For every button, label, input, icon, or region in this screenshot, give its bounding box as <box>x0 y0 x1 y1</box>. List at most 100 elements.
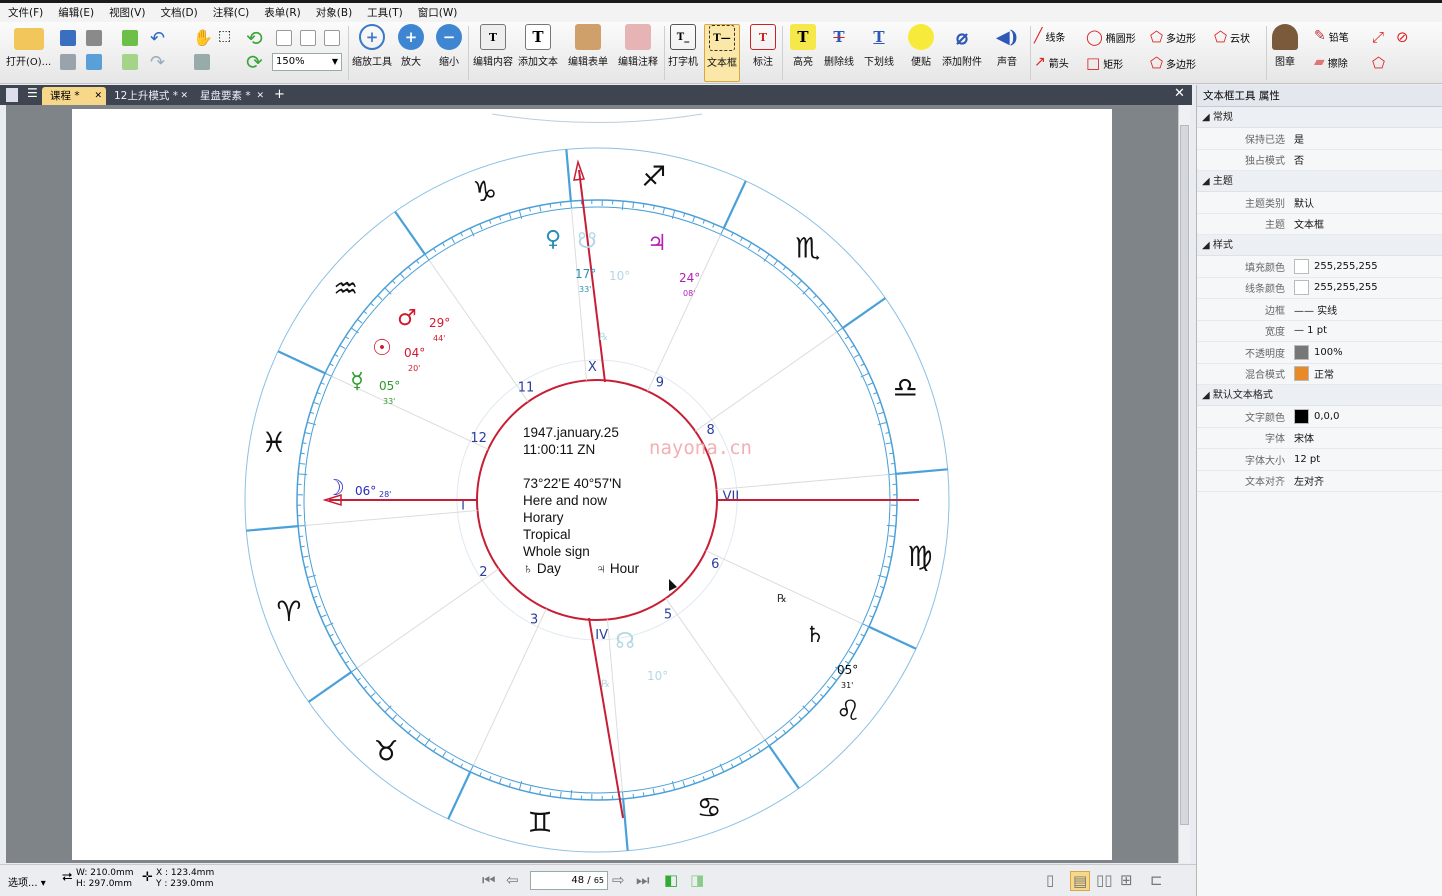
note-button[interactable]: 便贴 <box>908 24 934 68</box>
fit-window-icon[interactable]: ⊏ <box>1150 871 1163 889</box>
section-header[interactable]: ◢ 主题 <box>1197 171 1442 192</box>
save-icon[interactable] <box>60 30 76 46</box>
select-tool-icon[interactable]: ⬚ <box>218 28 231 44</box>
scan-icon[interactable] <box>86 30 102 46</box>
scrollbar-thumb[interactable] <box>1180 125 1189 825</box>
menu-item[interactable]: 文档(D) <box>160 5 197 20</box>
close-document-icon[interactable]: ✕ <box>1174 86 1185 101</box>
next-page-icon[interactable]: ⇨ <box>612 871 625 889</box>
measure-icon[interactable]: ⤢ <box>1372 28 1384 46</box>
email-icon[interactable] <box>86 54 102 70</box>
rect-tool[interactable]: □ 矩形 <box>1086 54 1123 72</box>
list-icon[interactable]: ☰ <box>27 86 38 100</box>
export-icon[interactable] <box>122 54 138 70</box>
fit-width-icon[interactable] <box>324 30 340 46</box>
pencil-tool[interactable]: ✎ 铅笔 <box>1314 28 1349 44</box>
cloud-tool[interactable]: ⬠ 云状 <box>1214 28 1250 46</box>
actual-size-icon[interactable] <box>276 30 292 46</box>
property-row[interactable]: 字体 宋体 <box>1197 428 1442 449</box>
menu-item[interactable]: 文件(F) <box>8 5 43 20</box>
section-header[interactable]: ◢ 常规 <box>1197 107 1442 128</box>
property-row[interactable]: 不透明度 100% <box>1197 342 1442 364</box>
attach-button[interactable]: ⌀ 添加附件 <box>942 24 982 68</box>
textbox-button[interactable]: T— 文本框 <box>704 24 740 82</box>
close-icon[interactable]: ✕ <box>94 87 102 105</box>
continuous-facing-icon[interactable]: ⊞ <box>1120 871 1133 889</box>
area-icon[interactable]: ⬠ <box>1372 54 1385 72</box>
section-header[interactable]: ◢ 默认文本格式 <box>1197 385 1442 406</box>
edit-annotation-button[interactable]: 编辑注释 <box>618 24 658 68</box>
menu-item[interactable]: 视图(V) <box>109 5 145 20</box>
import-icon[interactable] <box>122 30 138 46</box>
menu-item[interactable]: 表单(R) <box>264 5 301 20</box>
prev-page-icon[interactable]: ⇦ <box>506 871 519 889</box>
polygon-tool[interactable]: ⬠ 多边形 <box>1150 28 1196 46</box>
continuous-page-icon[interactable]: ▤ <box>1070 871 1091 891</box>
open-button[interactable]: 打开(O)... <box>6 24 51 68</box>
sound-button[interactable]: ◀) 声音 <box>994 24 1020 69</box>
zoom-out-button[interactable]: − 缩小 <box>436 24 462 68</box>
property-row[interactable]: 填充颜色 255,255,255 <box>1197 256 1442 278</box>
underline-button[interactable]: T 下划线 <box>864 24 894 68</box>
color-swatch[interactable] <box>1294 408 1309 424</box>
tab-ascendant-modes[interactable]: 12上升模式 * ✕ <box>106 87 192 105</box>
menu-item[interactable]: 工具(T) <box>367 5 403 20</box>
zoom-in-button[interactable]: + 放大 <box>398 24 424 68</box>
add-text-button[interactable]: T 添加文本 <box>518 24 558 68</box>
page-icon[interactable] <box>6 88 18 102</box>
vertical-scrollbar[interactable] <box>1178 105 1190 863</box>
first-page-icon[interactable]: ⏮ <box>482 871 496 889</box>
callout-button[interactable]: T 标注 <box>750 24 776 68</box>
typewriter-button[interactable]: T_ 打字机 <box>668 24 698 68</box>
polyline-tool[interactable]: ⬠ 多边形 <box>1150 54 1196 72</box>
zoom-tool-button[interactable]: + 缩放工具 <box>352 24 392 68</box>
property-row[interactable]: 文本对齐 左对齐 <box>1197 471 1442 492</box>
color-swatch[interactable] <box>1294 258 1309 274</box>
edit-content-button[interactable]: T 编辑内容 <box>473 24 513 68</box>
menu-item[interactable]: 注释(C) <box>213 5 250 20</box>
color-swatch[interactable] <box>1294 366 1309 382</box>
menu-item[interactable]: 编辑(E) <box>58 5 94 20</box>
print-icon[interactable] <box>60 54 76 70</box>
highlight-button[interactable]: T 高亮 <box>790 24 816 68</box>
back-view-icon[interactable]: ◧ <box>664 871 678 889</box>
property-row[interactable]: 混合模式 正常 <box>1197 364 1442 385</box>
tab-course[interactable]: 课程 * ✕ <box>42 87 106 105</box>
menu-item[interactable]: 对象(B) <box>316 5 352 20</box>
undo-icon[interactable]: ↶ <box>150 28 165 49</box>
property-row[interactable]: 边框 —— 实线 <box>1197 299 1442 321</box>
property-row[interactable]: 保持已选是 <box>1197 128 1442 150</box>
collapse-icon[interactable]: ◢ <box>1202 112 1210 123</box>
new-tab-icon[interactable]: + <box>274 87 285 102</box>
property-row[interactable]: 线条颜色 255,255,255 <box>1197 278 1442 299</box>
property-row[interactable]: 字体大小 12 pt <box>1197 449 1442 471</box>
facing-page-icon[interactable]: ▯▯ <box>1096 871 1113 889</box>
zoom-select[interactable]: 150% ▼ <box>272 53 342 71</box>
property-row[interactable]: 宽度 — 1 pt <box>1197 321 1442 342</box>
view-options[interactable]: 选项... ▾ <box>8 874 46 889</box>
property-row[interactable]: 独占模式否 <box>1197 150 1442 171</box>
ellipse-tool[interactable]: ◯ 椭圆形 <box>1086 28 1136 46</box>
rotate-left-icon[interactable]: ⟲ <box>246 26 263 50</box>
fit-page-icon[interactable] <box>300 30 316 46</box>
collapse-icon[interactable]: ◢ <box>1202 390 1210 401</box>
redo-icon[interactable]: ↷ <box>150 52 165 73</box>
stamp-button[interactable]: 图章 <box>1272 24 1298 68</box>
eraser-tool[interactable]: ▰ 擦除 <box>1314 54 1348 70</box>
single-page-icon[interactable]: ▯ <box>1046 871 1054 889</box>
close-icon[interactable]: ✕ <box>180 87 188 105</box>
strikeout-button[interactable]: T 删除线 <box>824 24 854 68</box>
close-icon[interactable]: ✕ <box>256 87 264 105</box>
collapse-icon[interactable]: ◢ <box>1202 240 1210 251</box>
property-row[interactable]: 主题类别 默认 <box>1197 192 1442 214</box>
pdf-page[interactable]: ♐ ♏ ♎ ♍ ♌ ♋ ♊ ♉ ♈ ♓ ♒ ♑ I 2 3 IV 5 6 VII 8 9 X 11 12 ♀ 17° 33' ☋ 10°… <box>72 109 1112 860</box>
page-number-input[interactable]: 48 / 65 <box>530 871 608 890</box>
menu-item[interactable]: 窗口(W) <box>418 5 458 20</box>
line-tool[interactable]: ╱ 线条 <box>1034 28 1065 44</box>
hand-tool-icon[interactable]: ✋ <box>193 28 213 47</box>
forward-view-icon[interactable]: ◨ <box>690 871 704 889</box>
color-swatch[interactable] <box>1294 280 1309 296</box>
collapse-icon[interactable]: ◢ <box>1202 176 1210 187</box>
snapshot-icon[interactable] <box>194 54 210 70</box>
arrow-tool[interactable]: ↗ 箭头 <box>1034 54 1069 70</box>
